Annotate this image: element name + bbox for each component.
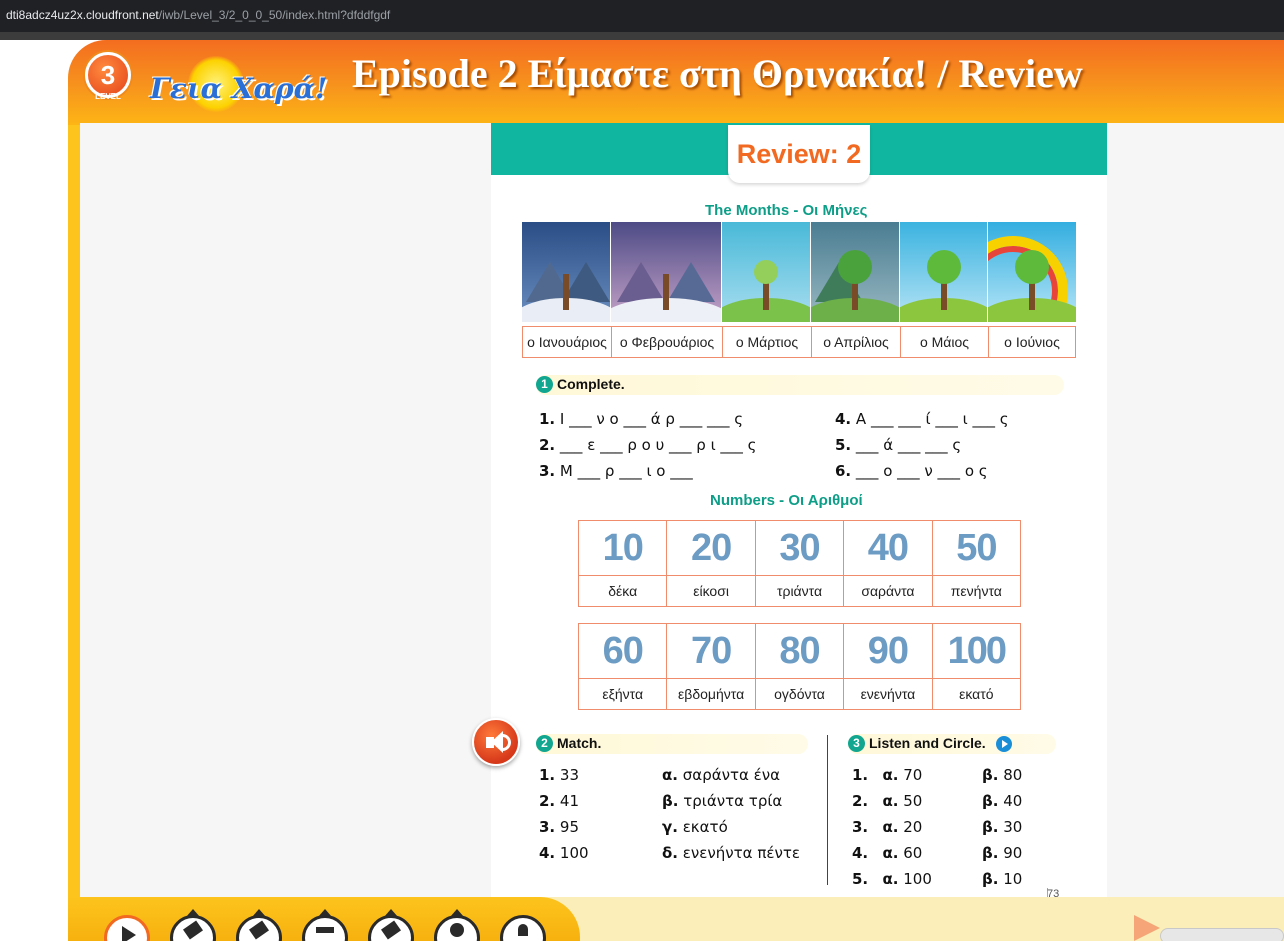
camera-tool-button[interactable] [302,909,348,941]
play-icon[interactable] [996,736,1012,752]
clock-icon [450,923,464,937]
url-host: dti8adcz4uz2x.cloudfront.net [6,8,159,22]
camera-icon [316,927,334,933]
match-right-item: α. σαράντα ένα [662,766,781,784]
numbers-title: Numbers - Οι Αριθμοί [710,492,863,509]
month-label: ο Ιανουάριος [523,327,612,357]
pen-tool-button[interactable] [170,909,216,941]
number-cell: 30 τριάντα [755,521,845,606]
exercise-number: 1 [536,376,553,393]
exercise-label: Complete. [557,376,625,392]
listen-item: 5. α. 100 β. 10 [852,870,1023,888]
match-left-item: 1. 33 [539,766,580,784]
play-tool-button[interactable] [104,915,150,941]
month-picture [900,222,988,322]
month-label: ο Μάιος [901,327,989,357]
listen-item: 1. α. 70 β. 80 [852,766,1023,784]
numbers-table: 60 εξήντα 70 εβδομήντα 80 ογδόντα 90 ενενήντ… [578,623,1021,710]
month-picture [611,222,722,322]
match-left-item: 2. 41 [539,792,580,810]
complete-item: 3. Μ ___ ρ ___ ι ο ___ [539,462,693,480]
month-label: ο Απρίλιος [812,327,901,357]
exercise-number: 2 [536,735,553,752]
number-cell: 100 εκατό [932,624,1021,709]
months-title: The Months - Οι Μήνες [705,202,868,219]
complete-item: 1. Ι ___ ν ο ___ ά ρ ___ ___ ς [539,410,744,428]
left-frame-border [68,125,80,941]
browser-divider [0,32,1284,40]
listen-item: 3. α. 20 β. 30 [852,818,1023,836]
numbers-table: 10 δέκα 20 είκοσι 30 τριάντα 40 σαράντα 50 πε… [578,520,1021,607]
marker-tool-button[interactable] [236,909,282,941]
url-path: /iwb/Level_3/2_0_0_50/index.html?dfddfgd… [158,8,391,22]
review-badge: Review: 2 [728,125,870,183]
number-cell: 10 δέκα [579,521,668,606]
number-cell: 20 είκοσι [667,521,756,606]
clock-tool-button[interactable] [434,909,480,941]
month-picture [522,222,611,322]
number-cell: 80 ογδόντα [755,624,845,709]
complete-header: 1 Complete. [536,375,1064,395]
number-cell: 60 εξήντα [579,624,668,709]
pen-icon [183,920,203,940]
complete-item: 6. ___ ο ___ ν ___ ο ς [835,462,988,480]
month-label: ο Ιούνιος [1004,334,1060,350]
complete-item: 5. ___ ά ___ ___ ς [835,436,962,454]
match-left-item: 3. 95 [539,818,580,836]
month-labels: ο Ιανουάριος ο Φεβρουάριος ο Μάρτιος ο Α… [522,326,1076,358]
month-picture [988,222,1076,322]
logo-text: Γεια Χαρά! [150,72,328,105]
column-divider [827,735,828,885]
audio-play-button[interactable] [472,718,520,766]
help-tool-button[interactable] [500,915,546,941]
months-table: ο Ιανουάριος ο Φεβρουάριος ο Μάρτιος ο Α… [522,222,1076,358]
marker-icon [249,920,269,940]
complete-item: 4. Α ___ ___ ί ___ ι ___ ς [835,410,1009,428]
app-logo: Γεια Χαρά! [146,54,327,116]
listen-header: 3 Listen and Circle. [848,734,1056,754]
exercise-label: Listen and Circle. [869,735,986,751]
month-picture [722,222,811,322]
exercise-label: Match. [557,735,602,751]
month-label: ο Φεβρουάριος [612,327,723,357]
address-bar[interactable]: dti8adcz4uz2x.cloudfront.net/iwb/Level_3… [0,0,1284,32]
number-cell: 50 πενήντα [932,521,1021,606]
page-slider[interactable] [1160,928,1284,941]
listen-item: 4. α. 60 β. 90 [852,844,1023,862]
toolbar [68,897,580,941]
match-right-item: β. τριάντα τρία [662,792,783,810]
exercise-number: 3 [848,735,865,752]
listen-item: 2. α. 50 β. 40 [852,792,1023,810]
month-label: ο Μάρτιος [723,327,812,357]
page-title: Episode 2 Είμαστε στη Θρινακία! / Review [352,51,1083,96]
level-label: LEVEL [95,92,121,101]
next-page-icon[interactable] [1134,915,1160,941]
level-badge: 3 LEVEL [85,52,131,110]
match-right-item: γ. εκατό [662,818,728,836]
match-header: 2 Match. [536,734,808,754]
help-icon [518,924,528,936]
play-icon [122,926,136,941]
eraser-tool-button[interactable] [368,909,414,941]
number-cell: 40 σαράντα [844,521,933,606]
match-left-item: 4. 100 [539,844,589,862]
eraser-icon [381,920,401,940]
number-cell: 90 ενενήντα [844,624,933,709]
number-cell: 70 εβδομήντα [667,624,756,709]
match-right-item: δ. ενενήντα πέντε [662,844,800,862]
complete-item: 2. ___ ε ___ ρ ο υ ___ ρ ι ___ ς [539,436,757,454]
month-picture [811,222,900,322]
month-pictures [522,222,1076,322]
